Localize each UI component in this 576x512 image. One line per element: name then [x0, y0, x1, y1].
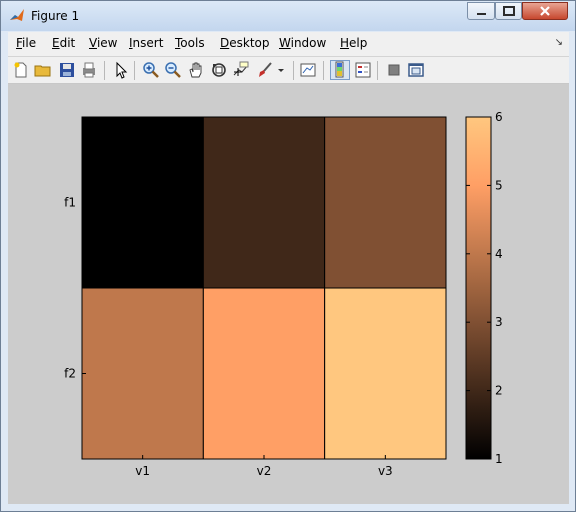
zoom-in-icon[interactable]	[142, 61, 160, 79]
colorbar	[465, 116, 492, 460]
menu-file[interactable]: File	[16, 36, 36, 50]
colorbar-tick-label: 1	[495, 452, 503, 466]
zoom-out-icon[interactable]	[164, 61, 182, 79]
x-tick-label: v2	[257, 464, 272, 478]
matlab-logo-icon	[10, 9, 24, 21]
menu-window[interactable]: Window	[279, 36, 326, 50]
figure-canvas[interactable]: v1 v2 v3 f1 f2 1 2 3 4 5 6	[8, 84, 569, 504]
colorbar-tick-label: 4	[495, 247, 503, 261]
colorbar-tick-label: 6	[495, 110, 503, 124]
new-figure-icon[interactable]	[12, 61, 30, 79]
toolbar-separator	[377, 61, 378, 80]
print-icon[interactable]	[80, 61, 98, 79]
close-button[interactable]	[522, 2, 568, 20]
x-tick-label: v3	[378, 464, 393, 478]
y-tick-label: f2	[64, 367, 76, 381]
link-plot-icon[interactable]	[299, 61, 317, 79]
minimize-icon	[477, 13, 486, 15]
heatmap-cell	[324, 116, 447, 289]
maximize-button[interactable]	[495, 2, 522, 20]
show-plot-tools-icon[interactable]	[407, 61, 425, 79]
toolbar-separator	[293, 61, 294, 80]
menu-edit[interactable]: Edit	[52, 36, 75, 50]
maximize-icon	[503, 6, 515, 16]
menu-bar: File Edit View Insert Tools Desktop Wind…	[8, 32, 569, 57]
window-title: Figure 1	[31, 9, 80, 23]
figure-toolbar	[8, 57, 569, 84]
colorbar-icon[interactable]	[330, 60, 350, 80]
heatmap-cell	[81, 116, 204, 289]
x-tick-label: v1	[135, 464, 150, 478]
colorbar-tick-label: 2	[495, 384, 503, 398]
heatmap-cell	[202, 287, 326, 460]
colorbar-tick-label: 5	[495, 178, 503, 192]
menu-insert[interactable]: Insert	[129, 36, 163, 50]
title-bar[interactable]: Figure 1	[1, 1, 575, 31]
dock-arrow-icon[interactable]: ↘	[555, 37, 563, 48]
toolbar-separator	[323, 61, 324, 80]
heatmap-cell	[202, 116, 326, 289]
menu-view[interactable]: View	[89, 36, 117, 50]
legend-icon[interactable]	[354, 61, 372, 79]
data-cursor-icon[interactable]	[232, 61, 250, 79]
heatmap-cell	[324, 287, 447, 460]
rotate-3d-icon[interactable]	[210, 61, 228, 79]
heatmap-cell	[81, 287, 204, 460]
heatmap-plot[interactable]: v1 v2 v3 f1 f2 1 2 3 4 5 6	[8, 84, 569, 504]
colorbar-tick-label: 3	[495, 315, 503, 329]
menu-desktop[interactable]: Desktop	[220, 36, 270, 50]
brush-dropdown-icon[interactable]	[276, 61, 286, 79]
figure-window: Figure 1 File Edit View Insert Tools Des…	[0, 0, 576, 512]
close-icon	[540, 6, 550, 16]
open-file-icon[interactable]	[34, 61, 52, 79]
brush-icon[interactable]	[256, 61, 274, 79]
hide-plot-tools-icon[interactable]	[385, 61, 403, 79]
minimize-button[interactable]	[467, 2, 495, 20]
select-arrow-icon[interactable]	[112, 61, 130, 79]
save-icon[interactable]	[58, 61, 76, 79]
y-tick-label: f1	[64, 196, 76, 210]
menu-help[interactable]: Help	[340, 36, 367, 50]
toolbar-separator	[104, 61, 105, 80]
menu-tools[interactable]: Tools	[175, 36, 205, 50]
pan-hand-icon[interactable]	[187, 61, 205, 79]
toolbar-separator	[134, 61, 135, 80]
